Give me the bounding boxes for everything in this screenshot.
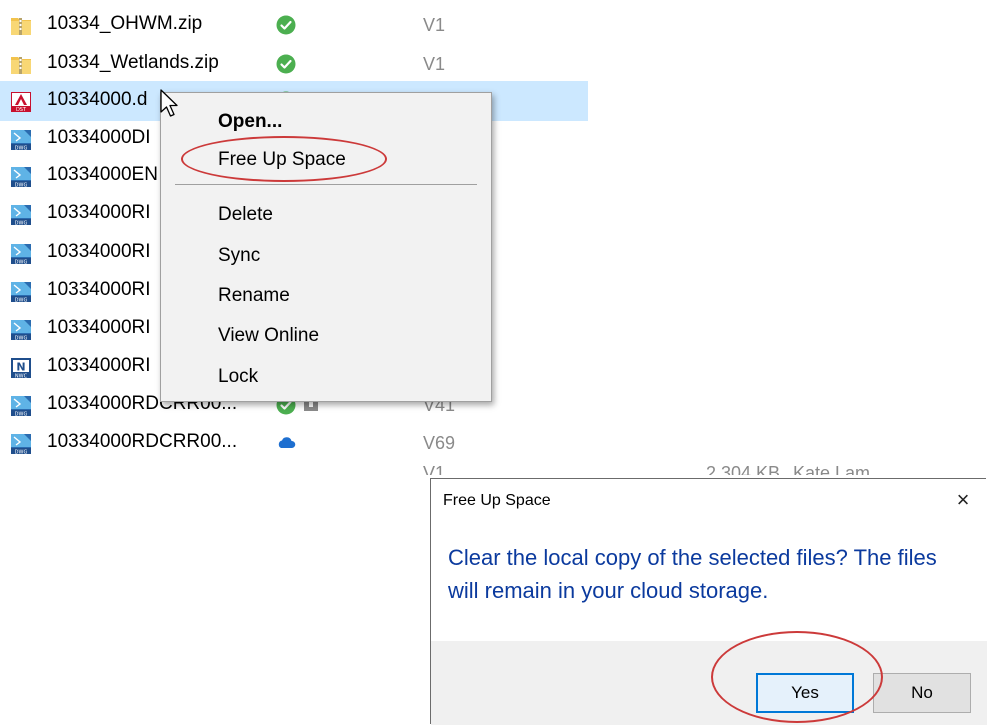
file-version: V1	[423, 15, 446, 35]
menu-item-sync[interactable]: Sync	[161, 238, 491, 274]
file-name: 10334000RI	[47, 202, 151, 223]
file-row[interactable]: 10334_Wetlands.zip V1	[0, 44, 588, 84]
menu-item-rename[interactable]: Rename	[161, 278, 491, 314]
dwg-file-icon: DWG	[10, 395, 32, 418]
svg-text:DWG: DWG	[15, 412, 28, 418]
file-name: 10334000RI	[47, 317, 151, 338]
no-button[interactable]: No	[873, 673, 971, 713]
file-row[interactable]: 10334_OHWM.zip V1	[0, 5, 588, 45]
dwg-file-icon: DWG	[10, 433, 32, 456]
dialog-title: Free Up Space	[443, 492, 551, 509]
partial-row-modified-by: Kate Lam	[793, 463, 871, 475]
svg-text:DWG: DWG	[15, 183, 28, 189]
file-name: 10334_OHWM.zip	[47, 13, 203, 34]
svg-text:DWG: DWG	[15, 260, 28, 266]
file-name: 10334000RI	[47, 241, 151, 262]
file-name: 10334_Wetlands.zip	[47, 52, 219, 73]
file-name: 10334000RI	[47, 279, 151, 300]
file-row[interactable]: DWG 10334000RDCRR00... V69	[0, 423, 588, 463]
svg-text:DWG: DWG	[15, 221, 28, 227]
file-name: 10334000EN	[47, 164, 158, 185]
dwg-file-icon: DWG	[10, 204, 32, 227]
menu-separator	[175, 184, 477, 185]
close-icon[interactable]: ×	[949, 487, 977, 515]
file-name: 10334000.d	[47, 89, 148, 110]
zip-folder-icon	[10, 54, 32, 76]
file-name: 10334000RDCRR00...	[47, 431, 238, 452]
menu-item-delete[interactable]: Delete	[161, 197, 491, 233]
nwc-file-icon: N NWC	[10, 357, 32, 380]
partial-hidden-row: V1 2,304 KB Kate Lam	[423, 461, 893, 475]
dwg-file-icon: DWG	[10, 319, 32, 342]
svg-text:NWC: NWC	[15, 374, 28, 380]
svg-text:DWG: DWG	[15, 336, 28, 342]
svg-text:N: N	[16, 361, 25, 374]
menu-item-lock[interactable]: Lock	[161, 359, 491, 395]
zip-folder-icon	[10, 15, 32, 37]
dwg-file-icon: DWG	[10, 166, 32, 189]
dwg-file-icon: DWG	[10, 243, 32, 266]
free-up-space-dialog: Free Up Space × Clear the local copy of …	[430, 478, 987, 725]
dwg-file-icon: DWG	[10, 281, 32, 304]
svg-text:DWG: DWG	[15, 298, 28, 304]
file-version: V1	[423, 54, 446, 74]
svg-text:DST: DST	[16, 107, 27, 113]
file-name: 10334000DI	[47, 127, 151, 148]
cloud-icon	[276, 433, 296, 453]
annotation-circle-free-up-space	[181, 136, 387, 182]
file-name: 10334000RI	[47, 355, 151, 376]
autocad-dst-icon: DST	[10, 91, 32, 113]
svg-text:DWG: DWG	[15, 146, 28, 152]
partial-row-version: V1	[423, 463, 446, 475]
dialog-button-bar: Yes No	[431, 631, 987, 725]
synced-check-icon	[276, 15, 296, 35]
svg-text:DWG: DWG	[15, 450, 28, 456]
menu-item-open[interactable]: Open...	[161, 104, 491, 140]
dwg-file-icon: DWG	[10, 129, 32, 152]
menu-item-view-online[interactable]: View Online	[161, 318, 491, 354]
context-menu: Open... Free Up Space Delete Sync Rename…	[160, 92, 492, 402]
partial-row-size: 2,304 KB	[706, 463, 781, 475]
annotation-circle-yes-button	[711, 631, 883, 723]
mouse-pointer-icon	[160, 89, 178, 117]
dialog-message: Clear the local copy of the selected fil…	[448, 545, 937, 603]
synced-check-icon	[276, 54, 296, 74]
file-version: V69	[423, 433, 456, 453]
